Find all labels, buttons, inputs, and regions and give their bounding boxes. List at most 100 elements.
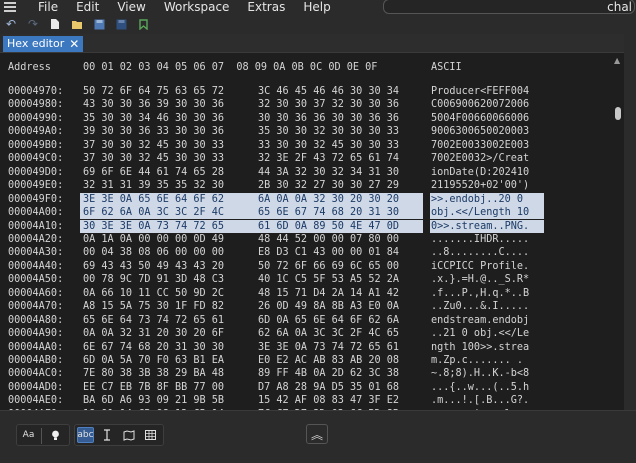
ascii-cell[interactable]: ..8........C.... bbox=[431, 246, 529, 259]
menu-extras[interactable]: Extras bbox=[247, 0, 285, 14]
hex-row[interactable]: 00004A00: 6F 62 6A 0A 3C 3C 2F 4C 65 6E 67… bbox=[0, 206, 624, 220]
address-cell[interactable]: 00004AA0: bbox=[8, 341, 63, 354]
open-file-icon[interactable] bbox=[66, 15, 88, 33]
hex-bytes-right[interactable]: 2B 30 32 27 30 30 27 29 bbox=[258, 179, 399, 192]
ascii-cell[interactable]: endstream.endobj bbox=[431, 314, 529, 327]
address-cell[interactable]: 00004A70: bbox=[8, 300, 63, 313]
address-cell[interactable]: 00004A80: bbox=[8, 314, 63, 327]
menu-file[interactable]: File bbox=[38, 0, 58, 14]
address-cell[interactable]: 00004990: bbox=[8, 112, 63, 125]
save-as-icon[interactable] bbox=[110, 15, 132, 33]
address-cell[interactable]: 00004AC0: bbox=[8, 367, 63, 380]
hex-bytes-left[interactable]: 35 30 30 34 46 30 30 36 bbox=[83, 112, 224, 125]
collapse-panel-button[interactable]: ︽ bbox=[306, 424, 328, 444]
ascii-cell[interactable]: ..Zu0...&.I..... bbox=[431, 300, 529, 313]
hex-bytes-right[interactable]: 40 1C C5 5F 53 A5 52 2A bbox=[258, 273, 399, 286]
hex-bytes-left[interactable]: 39 30 30 36 33 30 30 36 bbox=[83, 125, 224, 138]
ascii-cell[interactable]: ..21 0 obj.<</Le bbox=[431, 327, 529, 340]
address-cell[interactable]: 00004A50: bbox=[8, 273, 63, 286]
hex-row[interactable]: 00004990: 35 30 30 34 46 30 30 36 30 30 36… bbox=[0, 112, 624, 125]
hex-bytes-right[interactable]: E8 D3 C1 43 00 00 01 84 bbox=[258, 246, 399, 259]
hex-bytes-right[interactable]: 3C 46 45 46 46 30 30 34 bbox=[258, 85, 399, 98]
menu-help[interactable]: Help bbox=[303, 0, 330, 14]
tab-hex-editor[interactable]: Hex editor ✕ bbox=[3, 36, 84, 52]
address-cell[interactable]: 00004AB0: bbox=[8, 354, 63, 367]
hex-bytes-left[interactable]: BA 6D A6 93 09 21 9B 5B bbox=[83, 394, 224, 407]
hex-row[interactable]: 000049E0: 32 31 31 39 35 35 32 30 2B 30 32… bbox=[0, 179, 624, 192]
menu-view[interactable]: View bbox=[117, 0, 145, 14]
ascii-cell[interactable]: 9006300650020003 bbox=[431, 125, 529, 138]
bookmark-icon[interactable] bbox=[132, 15, 154, 33]
cursor-icon[interactable] bbox=[98, 427, 115, 443]
ascii-cell[interactable]: .......IHDR..... bbox=[431, 233, 529, 246]
hex-bytes-right[interactable]: E0 E2 AC AB 83 AB 20 08 bbox=[258, 354, 399, 367]
hex-bytes-left[interactable]: A8 15 5A 75 30 1F FD 82 bbox=[83, 300, 224, 313]
hex-bytes-left[interactable]: 0A 0A 32 31 20 30 20 6F bbox=[83, 327, 224, 340]
hex-bytes-right[interactable]: 48 44 52 00 00 07 80 00 bbox=[258, 233, 399, 246]
hex-row[interactable]: 00004980: 43 30 30 36 39 30 30 36 32 30 30… bbox=[0, 98, 624, 111]
hex-bytes-right[interactable]: 44 3A 32 30 32 34 31 30 bbox=[258, 166, 399, 179]
address-cell[interactable]: 00004AD0: bbox=[8, 381, 63, 394]
hex-row[interactable]: 00004A80: 65 6E 64 73 74 72 65 61 6D 0A 65… bbox=[0, 314, 624, 327]
hex-bytes-right[interactable]: 62 6A 0A 3C 3C 2F 4C 65 bbox=[258, 327, 399, 340]
hex-bytes-left[interactable]: 69 43 43 50 49 43 43 20 bbox=[83, 260, 224, 273]
hex-view[interactable]: Address 00 01 02 03 04 05 06 07 08 09 0A… bbox=[0, 53, 624, 410]
hex-bytes-left[interactable]: 6E 67 74 68 20 31 30 30 bbox=[83, 341, 224, 354]
address-cell[interactable]: 000049B0: bbox=[8, 139, 63, 152]
hex-bytes-right[interactable]: 33 30 30 32 45 30 30 33 bbox=[258, 139, 399, 152]
address-cell[interactable]: 000049E0: bbox=[8, 179, 63, 192]
hex-row[interactable]: 000049F0: 3E 3E 0A 65 6E 64 6F 62 6A 0A 0A… bbox=[0, 192, 624, 206]
ascii-cell[interactable]: ~.8;8).H..K.-b<8 bbox=[431, 367, 529, 380]
ascii-cell[interactable]: 7002E0032>/Creat bbox=[431, 152, 529, 165]
hex-bytes-left[interactable]: 0A 66 10 11 CC 50 9D 2C bbox=[83, 287, 224, 300]
ascii-cell[interactable]: 21195520+02'00') bbox=[431, 179, 529, 192]
hex-bytes-right[interactable]: 32 3E 2F 43 72 65 61 74 bbox=[258, 152, 399, 165]
hex-bytes-left[interactable]: EE C7 EB 7B 8F BB 77 00 bbox=[83, 381, 224, 394]
hex-bytes-left[interactable]: 0A 1A 0A 00 00 00 0D 49 bbox=[83, 233, 224, 246]
ascii-cell[interactable]: ...{..w...(..5.h bbox=[431, 381, 529, 394]
ascii-cell[interactable]: .f...P.,H.q.*..B bbox=[431, 287, 529, 300]
hex-bytes-left[interactable]: 00 04 38 08 06 00 00 00 bbox=[83, 246, 224, 259]
address-cell[interactable]: 00004980: bbox=[8, 98, 63, 111]
hex-bytes-left[interactable]: 6F 62 6A 0A 3C 3C 2F 4C bbox=[83, 206, 224, 219]
address-cell[interactable]: 00004A60: bbox=[8, 287, 63, 300]
hex-bytes-right[interactable]: 26 0D 49 8A 8B A3 E0 0A bbox=[258, 300, 399, 313]
hex-row[interactable]: 00004A70: A8 15 5A 75 30 1F FD 82 26 0D 49… bbox=[0, 300, 624, 313]
address-cell[interactable]: 000049D0: bbox=[8, 166, 63, 179]
ascii-cell[interactable]: >>.endobj..20 0 bbox=[431, 193, 529, 206]
undo-icon[interactable]: ↶ bbox=[0, 15, 22, 33]
hex-row[interactable]: 00004A40: 69 43 43 50 49 43 43 20 50 72 6F… bbox=[0, 260, 624, 273]
address-cell[interactable]: 00004A90: bbox=[8, 327, 63, 340]
ascii-cell[interactable]: .x.}.=H.@.._S.R* bbox=[431, 273, 529, 286]
hex-bytes-right[interactable]: 3E 3E 0A 73 74 72 65 61 bbox=[258, 341, 399, 354]
hex-bytes-right[interactable]: D7 A8 28 9A D5 35 01 68 bbox=[258, 381, 399, 394]
redo-icon[interactable]: ↷ bbox=[22, 15, 44, 33]
hex-row[interactable]: 00004AB0: 6D 0A 5A 70 F0 63 B1 EA E0 E2 AC… bbox=[0, 354, 624, 367]
hex-row[interactable]: 000049C0: 37 30 30 32 45 30 30 33 32 3E 2F… bbox=[0, 152, 624, 165]
new-file-icon[interactable] bbox=[44, 15, 66, 33]
hex-bytes-right[interactable]: 6A 0A 0A 32 30 20 30 20 bbox=[258, 193, 399, 206]
ascii-cell[interactable]: obj.<</Length 10 bbox=[431, 206, 529, 219]
font-toggle-button[interactable]: Aa bbox=[20, 427, 37, 443]
address-cell[interactable]: 00004AE0: bbox=[8, 394, 63, 407]
ascii-cell[interactable]: 0>>.stream..PNG. bbox=[431, 220, 529, 233]
menu-workspace[interactable]: Workspace bbox=[164, 0, 230, 14]
ascii-cell[interactable]: 5004F00660066006 bbox=[431, 112, 529, 125]
address-cell[interactable]: 00004A40: bbox=[8, 260, 63, 273]
bulb-icon[interactable] bbox=[47, 427, 64, 443]
ascii-mode-button[interactable]: abc bbox=[77, 427, 94, 443]
hex-bytes-right[interactable]: 50 72 6F 66 69 6C 65 00 bbox=[258, 260, 399, 273]
table-icon[interactable] bbox=[142, 427, 159, 443]
hex-row[interactable]: 00004AA0: 6E 67 74 68 20 31 30 30 3E 3E 0A… bbox=[0, 341, 624, 354]
hex-row[interactable]: 000049A0: 39 30 30 36 33 30 30 36 35 30 30… bbox=[0, 125, 624, 138]
address-cell[interactable]: 000049C0: bbox=[8, 152, 63, 165]
hex-bytes-right[interactable]: 48 15 71 D4 2A 14 A1 42 bbox=[258, 287, 399, 300]
ascii-cell[interactable]: iCCPICC Profile. bbox=[431, 260, 529, 273]
hex-bytes-left[interactable]: 69 6F 6E 44 61 74 65 28 bbox=[83, 166, 224, 179]
hex-bytes-left[interactable]: 37 30 30 32 45 30 30 33 bbox=[83, 139, 224, 152]
hex-row[interactable]: 00004AE0: BA 6D A6 93 09 21 9B 5B 15 42 AF… bbox=[0, 394, 624, 407]
address-cell[interactable]: 00004970: bbox=[8, 85, 63, 98]
hex-bytes-left[interactable]: 37 30 30 32 45 30 30 33 bbox=[83, 152, 224, 165]
hex-row[interactable]: 00004A60: 0A 66 10 11 CC 50 9D 2C 48 15 71… bbox=[0, 287, 624, 300]
hex-bytes-left[interactable]: 3E 3E 0A 65 6E 64 6F 62 bbox=[83, 193, 224, 206]
